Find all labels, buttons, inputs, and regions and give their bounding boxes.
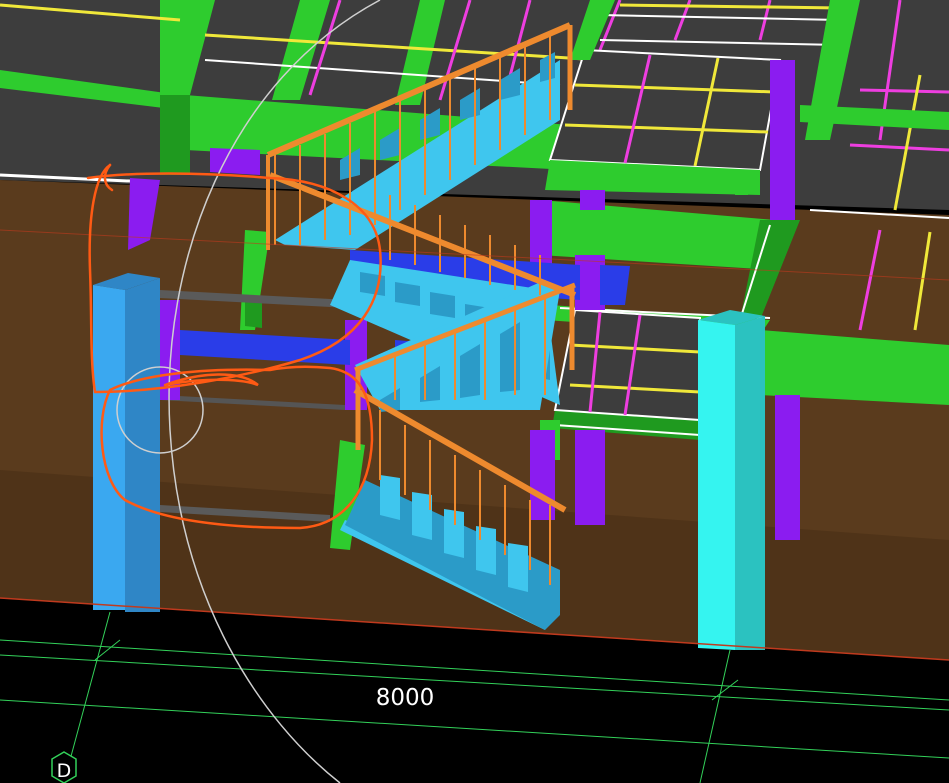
lower-right-slab-panel[interactable]: [553, 308, 701, 422]
upper-right-slab-panel[interactable]: [545, 48, 782, 195]
model-3d-viewport[interactable]: 8000 D: [0, 0, 949, 783]
column-right-cyan[interactable]: [698, 310, 765, 650]
dimension-label: 8000: [376, 685, 435, 711]
structural-model-scene[interactable]: 8000 D: [0, 0, 949, 783]
hexagon-axis-bubble-icon[interactable]: D: [51, 751, 77, 783]
grid-axis-label: D: [57, 760, 72, 782]
